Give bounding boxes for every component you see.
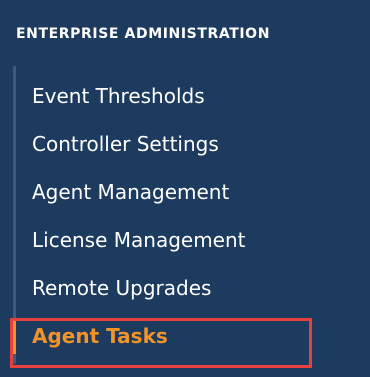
sidebar-item-label: Agent Management	[32, 180, 230, 204]
section-title: ENTERPRISE ADMINISTRATION	[16, 26, 271, 42]
sidebar-panel: ENTERPRISE ADMINISTRATION Event Threshol…	[0, 0, 370, 377]
sidebar-item-license-management[interactable]: License Management	[0, 216, 370, 264]
sidebar-item-label: Remote Upgrades	[32, 276, 212, 300]
sidebar-nav-list: Event Thresholds Controller Settings Age…	[0, 72, 370, 360]
sidebar-item-agent-management[interactable]: Agent Management	[0, 168, 370, 216]
sidebar-item-event-thresholds[interactable]: Event Thresholds	[0, 72, 370, 120]
sidebar-item-agent-tasks[interactable]: Agent Tasks	[0, 312, 370, 360]
active-indicator	[13, 318, 16, 354]
sidebar-item-label: Event Thresholds	[32, 84, 205, 108]
sidebar-item-remote-upgrades[interactable]: Remote Upgrades	[0, 264, 370, 312]
sidebar-item-controller-settings[interactable]: Controller Settings	[0, 120, 370, 168]
sidebar-item-label: Agent Tasks	[32, 324, 168, 348]
sidebar-item-label: License Management	[32, 228, 246, 252]
sidebar-item-label: Controller Settings	[32, 132, 219, 156]
